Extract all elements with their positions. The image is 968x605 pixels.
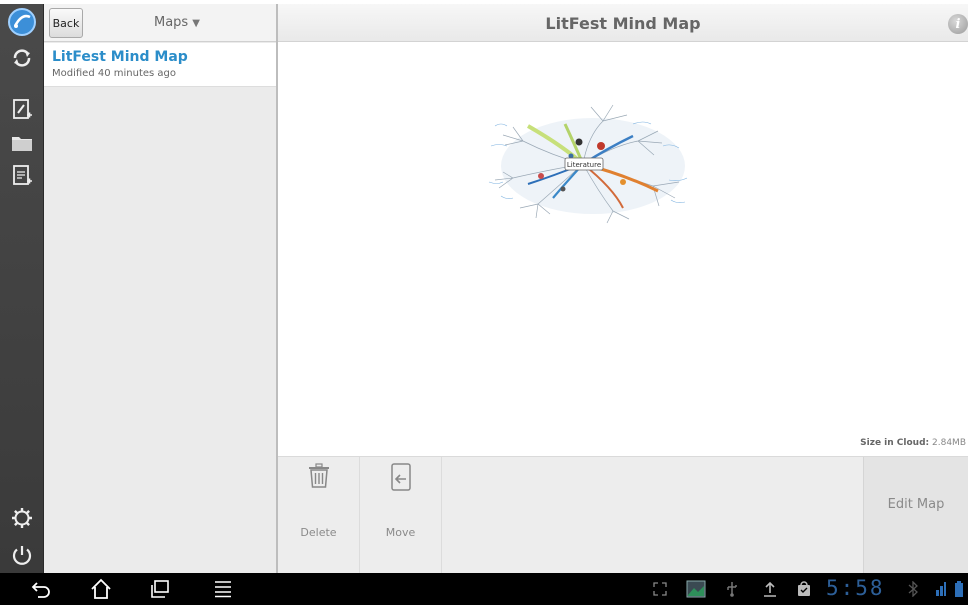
nav-home-button[interactable] — [86, 573, 116, 605]
maps-dropdown-label: Maps — [154, 15, 189, 30]
upload-icon — [764, 581, 776, 597]
market-notification[interactable] — [794, 573, 814, 605]
app-logo-button[interactable] — [6, 6, 38, 38]
folder-icon — [12, 137, 32, 151]
nav-menu-button[interactable] — [208, 573, 238, 605]
fullscreen-indicator — [650, 573, 670, 605]
system-navigation-bar: 5:58 — [0, 573, 968, 605]
sync-button[interactable] — [6, 42, 38, 74]
sync-icon — [13, 49, 31, 67]
move-icon — [391, 463, 411, 491]
map-list-item[interactable]: LitFest Mind Map Modified 40 minutes ago — [44, 43, 276, 87]
bluetooth-icon — [908, 581, 918, 597]
usb-icon — [727, 582, 737, 597]
app-window: Back Maps ▼ LitFest Mind Map Modified 40 … — [0, 0, 968, 573]
new-document-icon — [13, 99, 32, 119]
power-button[interactable] — [6, 539, 38, 571]
image-icon — [686, 580, 706, 598]
nav-recent-apps-button[interactable] — [145, 573, 175, 605]
signal-indicator — [934, 573, 948, 605]
upload-notification[interactable] — [760, 573, 780, 605]
maps-dropdown[interactable]: Maps ▼ — [154, 15, 200, 30]
edit-map-label: Edit Map — [887, 497, 945, 512]
gear-icon — [12, 508, 32, 528]
nav-back-button[interactable] — [26, 573, 56, 605]
map-item-title: LitFest Mind Map — [52, 49, 188, 65]
menu-icon — [215, 581, 231, 598]
detail-header: LitFest Mind Map i — [278, 4, 968, 42]
move-label: Move — [385, 526, 416, 539]
cloud-size-value: 2.84MB — [932, 438, 966, 448]
cloud-size: Size in Cloud: 2.84MB — [860, 438, 966, 448]
usb-notification[interactable] — [722, 573, 742, 605]
gallery-notification[interactable] — [684, 573, 708, 605]
map-item-modified: Modified 40 minutes ago — [52, 68, 177, 79]
wifi-signal-icon — [936, 582, 946, 596]
shopping-bag-icon — [798, 581, 810, 596]
home-icon — [91, 578, 111, 599]
info-button[interactable]: i — [948, 14, 968, 34]
battery-indicator — [952, 573, 966, 605]
maps-list-panel: Back Maps ▼ LitFest Mind Map Modified 40 … — [44, 4, 278, 573]
mind-map-preview[interactable]: Literature — [483, 96, 708, 226]
power-icon — [12, 546, 32, 565]
import-document-icon — [13, 165, 32, 185]
settings-button[interactable] — [6, 502, 38, 534]
bluetooth-indicator — [906, 573, 920, 605]
left-rail — [0, 4, 44, 573]
move-button[interactable]: Move — [360, 457, 442, 573]
new-map-button[interactable] — [6, 94, 38, 126]
status-clock[interactable]: 5:58 — [826, 576, 885, 600]
preview-center-label: Literature — [567, 161, 601, 169]
detail-title: LitFest Mind Map — [545, 14, 701, 33]
recent-apps-icon — [151, 580, 169, 598]
back-arrow-icon — [31, 582, 50, 598]
edit-map-button[interactable]: Edit Map — [863, 457, 968, 573]
battery-icon — [955, 581, 963, 597]
map-detail-panel: LitFest Mind Map i Literature Size in Cl… — [278, 4, 968, 573]
trash-icon — [309, 463, 329, 488]
action-bar: Delete Move Edit Map — [278, 456, 968, 573]
delete-button[interactable]: Delete — [278, 457, 360, 573]
delete-label: Delete — [300, 526, 337, 539]
expand-icon — [653, 582, 667, 596]
app-logo-icon — [8, 8, 36, 36]
back-button[interactable]: Back — [49, 8, 83, 38]
cloud-size-label: Size in Cloud: — [860, 438, 930, 448]
import-map-button[interactable] — [6, 160, 38, 192]
list-header: Back Maps ▼ — [44, 4, 276, 42]
caret-down-icon: ▼ — [192, 18, 200, 29]
info-icon: i — [955, 16, 961, 32]
open-folder-button[interactable] — [6, 127, 38, 159]
